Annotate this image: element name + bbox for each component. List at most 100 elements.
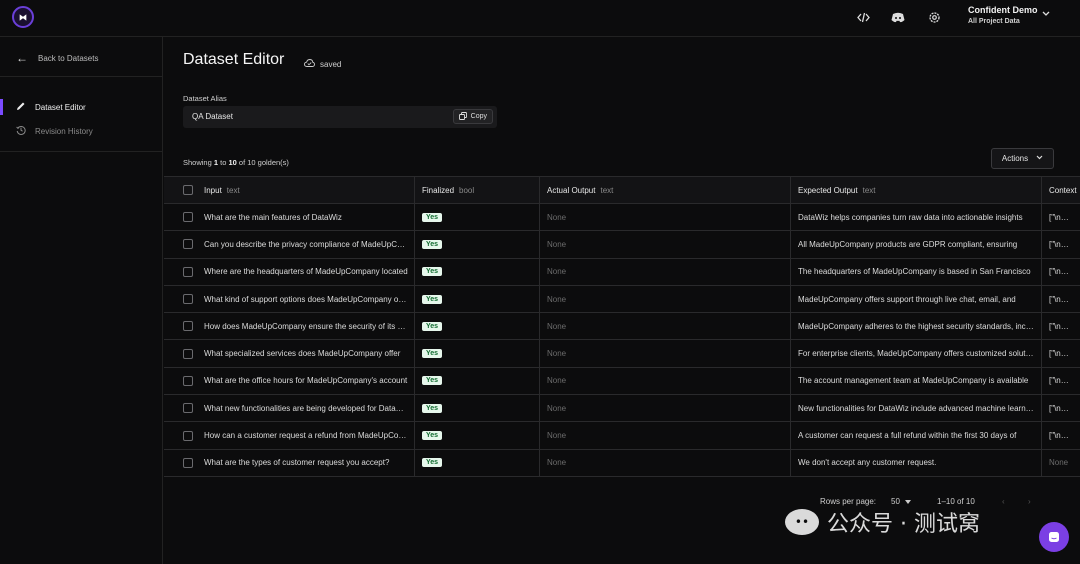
cell-actual-output[interactable]: None <box>540 258 791 285</box>
status-badge: Yes <box>422 349 443 359</box>
row-checkbox[interactable] <box>183 403 193 414</box>
cell-actual-output[interactable]: None <box>540 204 791 231</box>
table-row[interactable]: What are the office hours for MadeUpComp… <box>164 367 1080 396</box>
cell-finalized[interactable]: Yes <box>415 231 540 258</box>
column-header-context[interactable]: Context <box>1042 177 1080 203</box>
code-icon[interactable] <box>854 8 872 26</box>
cell-input[interactable]: What kind of support options does MadeUp… <box>164 285 415 313</box>
chevron-down-icon[interactable] <box>1042 10 1050 19</box>
cell-expected-output[interactable]: The headquarters of MadeUpCompany is bas… <box>791 258 1042 285</box>
cell-context[interactable]: None <box>1042 450 1080 476</box>
cell-expected-output[interactable]: The account management team at MadeUpCom… <box>791 367 1042 395</box>
dataset-alias-field[interactable]: QA Dataset Copy <box>183 106 497 128</box>
cell-actual-output[interactable]: None <box>540 449 791 476</box>
row-checkbox[interactable] <box>183 266 193 277</box>
column-header-expected-output[interactable]: Expected Output text <box>791 177 1042 203</box>
column-header-actual-output[interactable]: Actual Output text <box>540 177 791 203</box>
cell-context[interactable]: ["\nAbou <box>1042 395 1080 421</box>
sidebar: ← Back to Datasets Dataset Editor Revisi… <box>0 37 163 564</box>
cell-expected-output[interactable]: DataWiz helps companies turn raw data in… <box>791 204 1042 231</box>
table-row[interactable]: How can a customer request a refund from… <box>164 422 1080 450</box>
cell-context[interactable]: ["\nAbou <box>1042 422 1080 448</box>
sidebar-item-revision-history[interactable]: Revision History <box>0 122 163 140</box>
cell-expected-output[interactable]: We don't accept any customer request. <box>791 449 1042 476</box>
row-checkbox[interactable] <box>183 430 193 441</box>
cell-actual-output[interactable]: None <box>540 367 791 395</box>
cell-finalized[interactable]: Yes <box>415 367 540 395</box>
cell-actual-output[interactable]: None <box>540 340 791 367</box>
status-badge: Yes <box>422 431 443 441</box>
cell-context[interactable]: ["\nAbou <box>1042 368 1080 394</box>
cell-input[interactable]: How can a customer request a refund from… <box>164 422 415 449</box>
table-row[interactable]: What are the types of customer request y… <box>164 449 1080 477</box>
arrow-left-icon: ← <box>16 51 28 65</box>
copy-icon <box>458 111 467 122</box>
row-checkbox[interactable] <box>183 239 193 250</box>
discord-icon[interactable] <box>889 8 907 26</box>
app-logo[interactable]: ⧓ <box>12 6 34 28</box>
cell-expected-output[interactable]: MadeUpCompany adheres to the highest sec… <box>791 313 1042 340</box>
cell-finalized[interactable]: Yes <box>415 395 540 422</box>
rows-per-page-select[interactable]: 50 <box>891 497 911 506</box>
cell-context[interactable]: ["\nAbou <box>1042 313 1080 339</box>
cell-actual-output[interactable]: None <box>540 422 791 449</box>
table-row[interactable]: What new functionalities are being devel… <box>164 395 1080 423</box>
cell-finalized[interactable]: Yes <box>415 340 540 367</box>
cell-finalized[interactable]: Yes <box>415 258 540 285</box>
row-checkbox[interactable] <box>183 212 193 223</box>
row-checkbox[interactable] <box>183 294 193 305</box>
cell-input[interactable]: What are the types of customer request y… <box>164 449 415 476</box>
select-all-checkbox[interactable] <box>183 185 193 195</box>
cell-finalized[interactable]: Yes <box>415 422 540 449</box>
table-row[interactable]: What specialized services does MadeUpCom… <box>164 340 1080 368</box>
cell-input[interactable]: What are the main features of DataWiz <box>164 204 415 231</box>
cell-context[interactable]: ["\nAbou <box>1042 340 1080 366</box>
cell-finalized[interactable]: Yes <box>415 285 540 313</box>
back-label: Back to Datasets <box>38 53 99 63</box>
cell-finalized[interactable]: Yes <box>415 313 540 340</box>
copy-button[interactable]: Copy <box>452 109 493 124</box>
table-row[interactable]: Where are the headquarters of MadeUpComp… <box>164 258 1080 286</box>
row-checkbox[interactable] <box>183 348 193 359</box>
back-to-datasets-link[interactable]: ← Back to Datasets <box>16 51 98 65</box>
user-account-menu[interactable]: Confident Demo All Project Data <box>968 5 1038 25</box>
cell-input[interactable]: Can you describe the privacy compliance … <box>164 231 415 258</box>
cell-actual-output[interactable]: None <box>540 313 791 340</box>
cell-finalized[interactable]: Yes <box>415 204 540 231</box>
next-page-icon[interactable]: › <box>1028 497 1031 506</box>
cell-context[interactable]: ["\nAbou <box>1042 231 1080 257</box>
prev-page-icon[interactable]: ‹ <box>1002 497 1005 506</box>
cell-context[interactable]: ["\nAbou <box>1042 204 1080 230</box>
row-checkbox[interactable] <box>183 457 193 468</box>
table-row[interactable]: What are the main features of DataWiz Yes… <box>164 204 1080 232</box>
cell-input[interactable]: What specialized services does MadeUpCom… <box>164 340 415 367</box>
cell-context[interactable]: ["\nAbou <box>1042 286 1080 312</box>
status-badge: Yes <box>422 458 443 468</box>
row-checkbox[interactable] <box>183 375 193 386</box>
table-row[interactable]: Can you describe the privacy compliance … <box>164 231 1080 259</box>
cell-input[interactable]: How does MadeUpCompany ensure the securi… <box>164 313 415 340</box>
table-row[interactable]: How does MadeUpCompany ensure the securi… <box>164 313 1080 341</box>
row-checkbox[interactable] <box>183 321 193 332</box>
actions-button[interactable]: Actions <box>991 148 1054 169</box>
status-badge: Yes <box>422 376 443 386</box>
cell-actual-output[interactable]: None <box>540 285 791 313</box>
cell-finalized[interactable]: Yes <box>415 449 540 476</box>
cell-expected-output[interactable]: New functionalities for DataWiz include … <box>791 395 1042 422</box>
gear-icon[interactable] <box>925 8 943 26</box>
cell-input[interactable]: What are the office hours for MadeUpComp… <box>164 367 415 395</box>
cell-expected-output[interactable]: For enterprise clients, MadeUpCompany of… <box>791 340 1042 367</box>
table-row[interactable]: What kind of support options does MadeUp… <box>164 285 1080 314</box>
cell-expected-output[interactable]: All MadeUpCompany products are GDPR comp… <box>791 231 1042 258</box>
cell-input[interactable]: What new functionalities are being devel… <box>164 395 415 422</box>
cell-context[interactable]: ["\nAbou <box>1042 259 1080 285</box>
cell-actual-output[interactable]: None <box>540 395 791 422</box>
cell-actual-output[interactable]: None <box>540 231 791 258</box>
cell-expected-output[interactable]: MadeUpCompany offers support through liv… <box>791 285 1042 313</box>
sidebar-item-dataset-editor[interactable]: Dataset Editor <box>0 98 163 116</box>
column-header-finalized[interactable]: Finalized bool <box>415 177 540 203</box>
column-header-input[interactable]: Input text <box>164 177 415 203</box>
cell-input[interactable]: Where are the headquarters of MadeUpComp… <box>164 258 415 285</box>
cell-expected-output[interactable]: A customer can request a full refund wit… <box>791 422 1042 449</box>
chat-support-button[interactable] <box>1039 522 1069 552</box>
